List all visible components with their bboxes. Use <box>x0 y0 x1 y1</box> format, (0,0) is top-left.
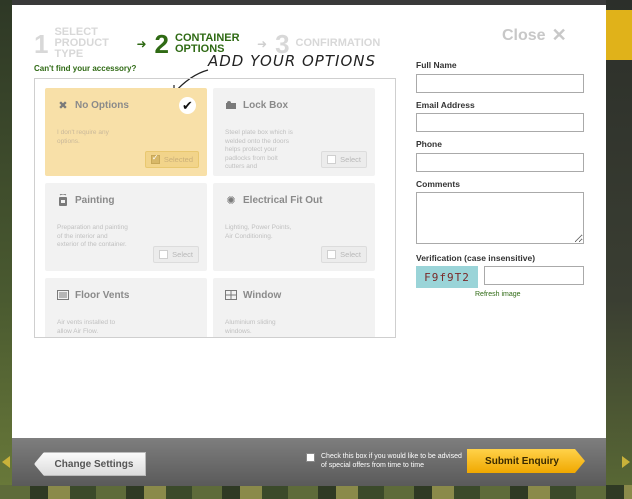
special-offers-checkbox[interactable] <box>306 453 315 462</box>
close-icon: ✕ <box>551 25 567 45</box>
modal-footer: Change Settings Check this box if you wo… <box>12 438 606 486</box>
option-header: Lock Box <box>225 99 288 111</box>
step-arrow-icon: ➜ <box>257 36 268 51</box>
submit-enquiry-button[interactable]: Submit Enquiry <box>467 449 585 473</box>
option-description: Aluminium sliding windows. <box>225 319 276 335</box>
background-left <box>0 0 12 499</box>
enquiry-modal: 1 SELECT PRODUCT TYPE ➜ 2 CONTAINER OPTI… <box>12 5 606 485</box>
step-number: 2 <box>154 28 169 59</box>
phone-label: Phone <box>416 139 442 149</box>
cant-find-link[interactable]: Can't find your accessory? <box>34 64 136 73</box>
option-select-button[interactable]: Select <box>153 246 199 263</box>
email-field[interactable] <box>416 113 584 132</box>
option-button-label: Select <box>340 155 361 164</box>
checkbox-icon <box>327 155 337 164</box>
comments-field[interactable] <box>416 192 584 244</box>
option-card-electrical-fit-out[interactable]: ✺ Electrical Fit Out Lighting, Power Poi… <box>213 183 375 271</box>
option-header: Painting <box>57 194 114 206</box>
verification-label: Verification (case insensitive) <box>416 253 536 263</box>
option-card-no-options[interactable]: ✖ No Options ✔ I don't require any optio… <box>45 88 207 176</box>
option-description: I don't require any options. <box>57 129 109 145</box>
option-select-button[interactable]: Select <box>321 151 367 168</box>
background-next-arrow-icon <box>622 456 630 468</box>
change-settings-button[interactable]: Change Settings <box>34 452 146 476</box>
electrical-icon: ✺ <box>226 194 236 207</box>
option-description: Preparation and painting of the interior… <box>57 224 128 248</box>
checkbox-icon <box>150 153 160 164</box>
refresh-image-link[interactable]: Refresh image <box>475 291 521 298</box>
option-card-lock-box[interactable]: Lock Box Steel plate box which is welded… <box>213 88 375 176</box>
option-header: ✖ No Options <box>57 99 129 112</box>
option-header: Window <box>225 289 281 301</box>
option-button-label: Selected <box>163 155 193 164</box>
full-name-field[interactable] <box>416 74 584 93</box>
option-description: Air vents installed to allow Air Flow. <box>57 319 116 335</box>
special-offers-text: Check this box if you would like to be a… <box>321 453 462 469</box>
step-arrow-icon: ➜ <box>136 36 147 51</box>
option-button-label: Select <box>172 250 193 259</box>
option-title: Window <box>243 289 282 301</box>
checkbox-icon <box>327 250 337 259</box>
step-label: SELECT PRODUCT TYPE <box>54 26 109 60</box>
option-title: Painting <box>75 194 115 206</box>
close-label: Close <box>502 26 546 44</box>
option-card-floor-vents[interactable]: Floor Vents Air vents installed to allow… <box>45 278 207 337</box>
option-title: Electrical Fit Out <box>243 194 323 206</box>
step-number: 1 <box>34 28 49 59</box>
verification-field[interactable] <box>484 266 584 285</box>
checkmark-icon: ✔ <box>179 97 196 114</box>
phone-field[interactable] <box>416 153 584 172</box>
full-name-label: Full Name <box>416 60 457 70</box>
lock-box-icon <box>225 99 237 111</box>
option-description: Steel plate box which is welded onto the… <box>225 129 293 170</box>
special-offers-option: Check this box if you would like to be a… <box>306 452 469 470</box>
option-title: No Options <box>75 99 129 111</box>
option-description: Lighting, Power Points, Air Conditioning… <box>225 224 292 240</box>
floor-vent-icon <box>57 289 69 301</box>
background-bottom <box>0 485 632 499</box>
step-1: 1 SELECT PRODUCT TYPE <box>34 27 140 60</box>
comments-label: Comments <box>416 179 460 189</box>
options-grid: ✖ No Options ✔ I don't require any optio… <box>34 78 396 338</box>
background-tab <box>606 10 632 60</box>
background-right <box>606 0 632 499</box>
step-label: CONFIRMATION <box>295 37 381 49</box>
add-options-annotation: ADD YOUR OPTIONS <box>208 52 376 70</box>
option-card-painting[interactable]: Painting Preparation and painting of the… <box>45 183 207 271</box>
option-button-label: Select <box>340 250 361 259</box>
close-button[interactable]: Close ✕ <box>502 25 567 46</box>
paint-can-icon <box>57 194 69 206</box>
option-title: Floor Vents <box>75 289 130 301</box>
window-icon <box>225 289 237 301</box>
option-select-button[interactable]: Select <box>321 246 367 263</box>
checkbox-icon <box>159 250 169 259</box>
option-header: Floor Vents <box>57 289 129 301</box>
x-icon: ✖ <box>58 99 68 112</box>
background-prev-arrow-icon <box>2 456 10 468</box>
captcha-image: F9f9T2 <box>416 266 478 288</box>
option-title: Lock Box <box>243 99 289 111</box>
option-select-button[interactable]: Selected <box>144 151 199 168</box>
email-label: Email Address <box>416 100 475 110</box>
option-card-window[interactable]: Window Aluminium sliding windows. <box>213 278 375 337</box>
option-header: ✺ Electrical Fit Out <box>225 194 323 207</box>
